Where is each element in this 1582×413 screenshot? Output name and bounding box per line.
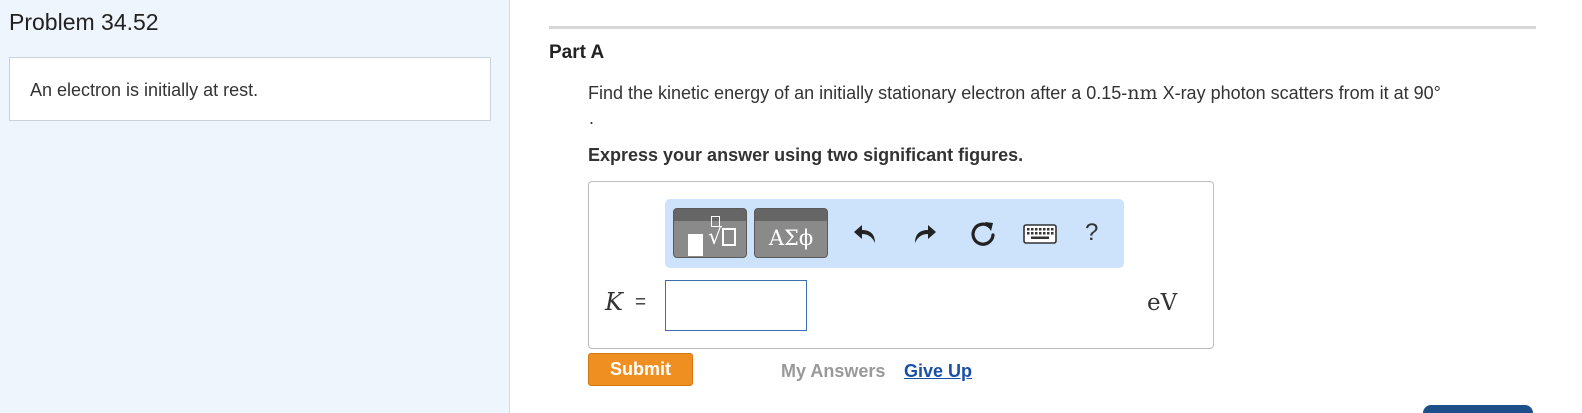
question-text-end: X-ray photon scatters from it at 90° (1157, 83, 1441, 103)
part-label: Part A (549, 42, 605, 63)
problem-title: Problem 34.52 (9, 9, 159, 35)
answer-instruction: Express your answer using two significan… (588, 145, 1024, 165)
part-panel: Part A Find the kinetic energy of an ini… (511, 0, 1582, 413)
divider (549, 26, 1536, 29)
answer-unit: eV (1147, 290, 1178, 316)
templates-button[interactable]: √ (673, 208, 747, 258)
greek-letters-button[interactable]: ΑΣϕ (754, 208, 828, 258)
keyboard-icon[interactable] (1023, 221, 1057, 247)
problem-intro-text: An electron is initially at rest. (30, 80, 259, 100)
greek-letters-label: ΑΣϕ (768, 226, 814, 250)
problem-sidebar: Problem 34.52 An electron is initially a… (0, 0, 510, 413)
answer-variable: K (605, 288, 623, 316)
submit-button[interactable]: Submit (588, 353, 693, 386)
help-icon[interactable]: ? (1085, 219, 1098, 247)
question-unit: nm (1127, 82, 1158, 104)
continue-button[interactable] (1423, 405, 1533, 413)
reset-icon[interactable] (968, 219, 998, 249)
answer-input[interactable] (665, 280, 807, 331)
question-text-start: Find the kinetic energy of an initially … (588, 83, 1128, 103)
redo-icon[interactable] (909, 219, 939, 249)
question-text: Find the kinetic energy of an initially … (588, 82, 1441, 104)
question-period: . (589, 108, 595, 128)
undo-icon[interactable] (851, 219, 881, 249)
math-toolbar: √ ΑΣϕ ? (665, 199, 1124, 268)
problem-intro-box: An electron is initially at rest. (9, 57, 491, 121)
give-up-link[interactable]: Give Up (904, 361, 972, 382)
equals-sign: = (635, 292, 647, 313)
answer-box: √ ΑΣϕ ? K = eV (588, 181, 1214, 349)
my-answers-link[interactable]: My Answers (781, 361, 885, 382)
